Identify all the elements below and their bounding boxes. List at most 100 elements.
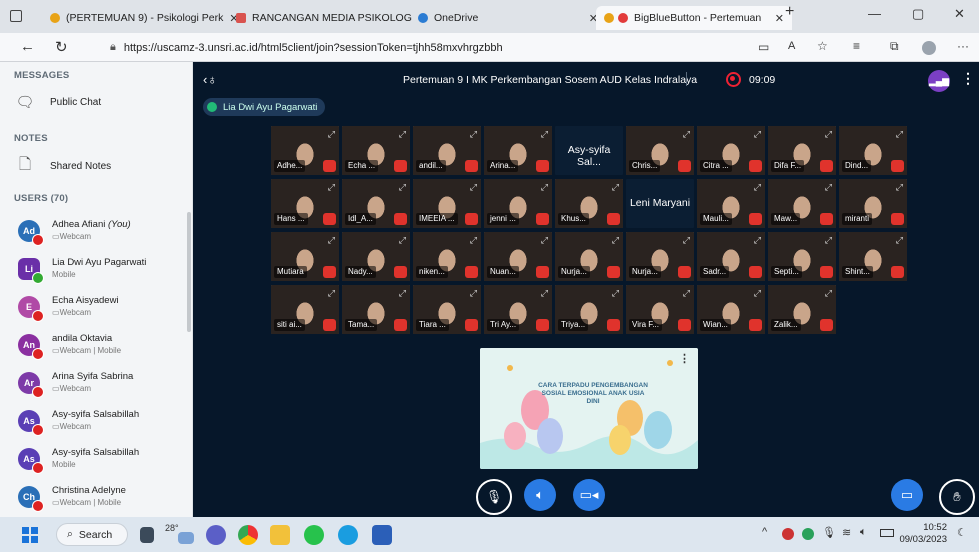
user-item[interactable]: Li Lia Dwi Ayu Pagarwati Mobile — [18, 254, 188, 290]
video-tile[interactable]: Shint... ⤢ — [839, 232, 907, 281]
favorite-icon[interactable]: ☆ — [817, 39, 828, 53]
expand-icon[interactable]: ⤢ — [754, 129, 761, 140]
connection-status-button[interactable]: ▂▄▆ — [928, 70, 950, 92]
user-item[interactable]: Ar Arina Syifa Sabrina ▭︎Webcam — [18, 368, 188, 404]
user-item[interactable]: Ad Adhea Afiani (You) ▭︎Webcam — [18, 216, 188, 252]
more-icon[interactable]: ··· — [957, 39, 969, 53]
expand-icon[interactable]: ⤢ — [754, 288, 761, 299]
presentation-button[interactable]: ▭ — [891, 479, 923, 511]
expand-icon[interactable]: ⤢ — [825, 288, 832, 299]
video-tile[interactable]: Tama... ⤢ — [342, 285, 410, 334]
expand-icon[interactable]: ⤢ — [328, 182, 335, 193]
video-tile[interactable]: Arina... ⤢ — [484, 126, 552, 175]
options-menu-icon[interactable]: ⋮ — [961, 70, 975, 87]
expand-icon[interactable]: ⤢ — [328, 288, 335, 299]
video-tile[interactable]: Wian... ⤢ — [697, 285, 765, 334]
recording-indicator[interactable]: 09:09 — [726, 72, 775, 87]
widgets-icon[interactable] — [178, 532, 194, 544]
new-tab-button[interactable]: + — [785, 3, 794, 21]
expand-icon[interactable]: ⤢ — [399, 129, 406, 140]
tray-mic-icon[interactable]: 🎙︎ — [822, 526, 836, 539]
edge-icon[interactable] — [338, 525, 358, 545]
audio-button[interactable]: 🔈︎ — [524, 479, 556, 511]
expand-icon[interactable]: ⤢ — [470, 182, 477, 193]
battery-icon[interactable] — [880, 529, 894, 537]
expand-icon[interactable]: ⤢ — [541, 288, 548, 299]
expand-icon[interactable]: ⤢ — [470, 235, 477, 246]
expand-icon[interactable]: ⤢ — [825, 129, 832, 140]
expand-icon[interactable]: ⤢ — [612, 288, 619, 299]
video-tile[interactable]: IMEEIA ... ⤢ — [413, 179, 481, 228]
video-tile[interactable]: miranti ⤢ — [839, 179, 907, 228]
file-explorer-icon[interactable] — [270, 525, 290, 545]
shared-notes-item[interactable]: 🗋︎ Shared Notes — [14, 156, 111, 175]
video-tile[interactable]: Vira F... ⤢ — [626, 285, 694, 334]
tab-bigbluebutton[interactable]: BigBlueButton - Pertemuan ✕ — [596, 6, 792, 30]
video-tile[interactable]: Mauli... ⤢ — [697, 179, 765, 228]
video-tile[interactable]: Hans ... ⤢ — [271, 179, 339, 228]
expand-icon[interactable]: ⤢ — [328, 235, 335, 246]
video-tile[interactable]: Tiara ... ⤢ — [413, 285, 481, 334]
show-hidden-icons[interactable]: ^ — [762, 526, 767, 538]
video-tile[interactable]: Dind... ⤢ — [839, 126, 907, 175]
close-window-button[interactable]: ✕ — [954, 6, 965, 22]
slide-options-icon[interactable]: ⋮ — [679, 352, 690, 365]
sidebar-scrollbar[interactable] — [187, 212, 191, 332]
video-tile[interactable]: jenni ... ⤢ — [484, 179, 552, 228]
expand-icon[interactable]: ⤢ — [896, 129, 903, 140]
video-tile[interactable]: Zalik... ⤢ — [768, 285, 836, 334]
wifi-icon[interactable]: ≋ — [842, 526, 851, 539]
video-tile[interactable]: Mutiara ⤢ — [271, 232, 339, 281]
back-icon[interactable]: ← — [20, 38, 35, 55]
user-item[interactable]: Ch Christina Adelyne ▭︎Webcam | Mobile — [18, 482, 188, 517]
video-tile[interactable]: niken... ⤢ — [413, 232, 481, 281]
tab-psikologi[interactable]: (PERTEMUAN 9) - Psikologi Perk ✕ — [42, 6, 238, 30]
expand-icon[interactable]: ⤢ — [541, 129, 548, 140]
video-tile[interactable]: Triya... ⤢ — [555, 285, 623, 334]
video-tile[interactable]: siti ai... ⤢ — [271, 285, 339, 334]
expand-icon[interactable]: ⤢ — [541, 235, 548, 246]
tray-app-icon[interactable] — [782, 528, 794, 540]
profile-avatar[interactable] — [922, 41, 936, 55]
windows-start-icon[interactable] — [22, 527, 38, 543]
expand-icon[interactable]: ⤢ — [328, 129, 335, 140]
url-field[interactable]: 🔒︎ https://uscamz-3.unsri.ac.id/html5cli… — [110, 37, 830, 58]
volume-icon[interactable]: 🔈︎ — [860, 526, 867, 539]
video-tile[interactable]: Difa F... ⤢ — [768, 126, 836, 175]
collections-icon[interactable]: ⧉ — [890, 39, 899, 54]
chrome-icon[interactable] — [238, 525, 258, 545]
expand-icon[interactable]: ⤢ — [399, 235, 406, 246]
close-icon[interactable]: ✕ — [769, 12, 784, 25]
tab-onedrive[interactable]: OneDrive ✕ — [410, 6, 606, 30]
raise-hand-button[interactable]: ✋︎ — [939, 479, 975, 515]
minimize-button[interactable]: — — [868, 6, 881, 21]
public-chat-item[interactable]: 🗨︎ Public Chat — [14, 93, 101, 111]
expand-icon[interactable]: ⤢ — [896, 182, 903, 193]
video-tile[interactable]: Septi... ⤢ — [768, 232, 836, 281]
favorites-list-icon[interactable]: ≡ — [853, 39, 860, 53]
task-view-icon[interactable] — [140, 527, 154, 543]
maximize-button[interactable]: ▢ — [912, 6, 924, 22]
video-tile[interactable]: Nuan... ⤢ — [484, 232, 552, 281]
expand-icon[interactable]: ⤢ — [896, 235, 903, 246]
mute-mic-button[interactable]: 🎙︎ — [476, 479, 512, 515]
taskbar-search[interactable]: ⌕ Search — [56, 523, 128, 546]
video-tile[interactable]: Nurja... ⤢ — [555, 232, 623, 281]
expand-icon[interactable]: ⤢ — [754, 235, 761, 246]
video-tile[interactable]: Nurja... ⤢ — [626, 232, 694, 281]
clock[interactable]: 10:52 09/03/2023 — [899, 522, 947, 546]
video-tile[interactable]: Idl_A... ⤢ — [342, 179, 410, 228]
expand-icon[interactable]: ⤢ — [399, 182, 406, 193]
video-tile[interactable]: Nady... ⤢ — [342, 232, 410, 281]
video-tile[interactable]: Leni Maryani — [626, 179, 694, 228]
video-tile[interactable]: Sadr... ⤢ — [697, 232, 765, 281]
toggle-users-icon[interactable]: ‹♁ — [203, 72, 217, 87]
presentation-slide[interactable]: CARA TERPADU PENGEMBANGAN SOSIAL EMOSION… — [480, 348, 698, 469]
video-tile[interactable]: Asy-syifa Sal... — [555, 126, 623, 175]
notification-icon[interactable]: ☾ — [957, 526, 967, 539]
expand-icon[interactable]: ⤢ — [541, 182, 548, 193]
video-tile[interactable]: Maw... ⤢ — [768, 179, 836, 228]
whatsapp-icon[interactable] — [304, 525, 324, 545]
user-item[interactable]: E Echa Aisyadewi ▭︎Webcam — [18, 292, 188, 328]
tab-actions-icon[interactable] — [10, 10, 22, 22]
